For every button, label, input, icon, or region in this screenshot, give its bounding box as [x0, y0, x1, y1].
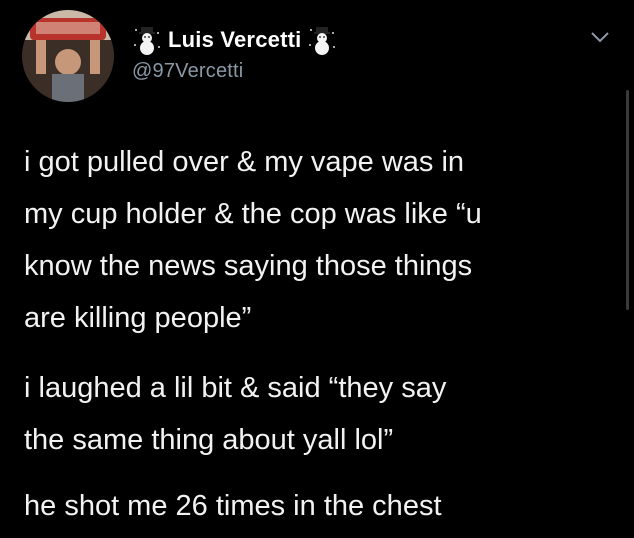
snowman-icon [307, 25, 337, 55]
scrollbar[interactable] [626, 90, 629, 310]
tweet-text-paragraph: i got pulled over & my vape was in my cu… [24, 146, 482, 334]
tweet-card: Luis Vercetti @97Vercetti i got pulled o… [0, 0, 634, 538]
tweet-header: Luis Vercetti @97Vercetti [132, 20, 337, 83]
chevron-down-icon[interactable] [588, 28, 612, 46]
author-handle[interactable]: @97Vercetti [132, 60, 337, 83]
avatar[interactable] [22, 10, 114, 102]
tweet-text-paragraph: i laughed a lil bit & said “they say the… [24, 372, 447, 456]
author-display-name[interactable]: Luis Vercetti [168, 27, 301, 53]
snowman-icon [132, 25, 162, 55]
name-row: Luis Vercetti [132, 20, 337, 60]
tweet-text-paragraph: he shot me 26 times in the chest [24, 490, 442, 522]
